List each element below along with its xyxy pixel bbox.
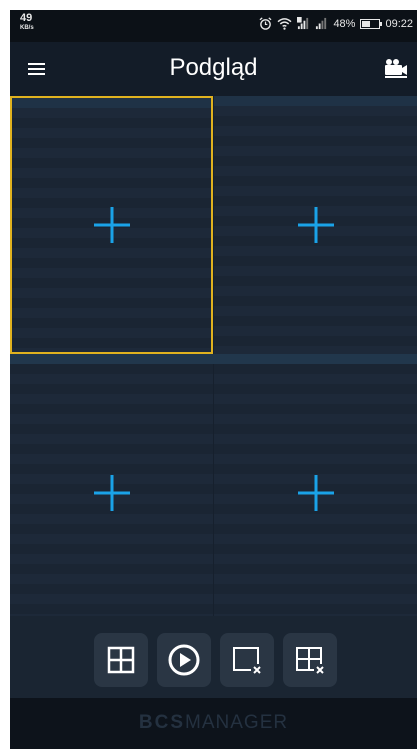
clock: 09:22: [385, 17, 413, 30]
camera-slot-1[interactable]: [10, 96, 213, 354]
wifi-icon: [277, 18, 292, 30]
footer: BCSMANAGER: [10, 698, 417, 749]
bottom-toolbar: [10, 616, 417, 698]
status-icons: 48% 09:22: [254, 17, 413, 30]
signal-sim1-icon: [297, 17, 309, 30]
signal-sim2-icon: [316, 17, 327, 30]
network-speed-unit: KB/s: [20, 25, 34, 31]
play-icon: [168, 644, 200, 676]
close-channel-button[interactable]: [220, 633, 274, 687]
add-camera-icon[interactable]: [297, 475, 334, 511]
close-all-icon: [296, 647, 324, 674]
close-channel-icon: [233, 647, 261, 674]
play-button[interactable]: [157, 633, 211, 687]
network-speed-value: 49: [20, 12, 33, 24]
add-camera-icon[interactable]: [93, 475, 130, 511]
camera-slot-3[interactable]: [10, 364, 213, 622]
battery-icon: [360, 18, 383, 29]
phone-screen: 49 KB/s 48% 09:22 Podgląd BCSMANAGER: [10, 10, 417, 749]
grid-layout-icon: [107, 646, 135, 674]
camera-slot-2[interactable]: [214, 96, 417, 354]
grid-divider: [10, 354, 417, 364]
cell-band: [214, 96, 417, 106]
close-all-button[interactable]: [283, 633, 337, 687]
network-speed: 49 KB/s: [20, 12, 34, 32]
camera-slot-4[interactable]: [214, 364, 417, 622]
alarm-icon: [259, 17, 272, 30]
status-bar: 49 KB/s 48% 09:22: [10, 10, 417, 42]
battery-percent: 48%: [333, 17, 356, 30]
page-title: Podgląd: [169, 54, 258, 81]
tool-buttons: [94, 633, 346, 687]
camera-settings-icon: [385, 59, 407, 78]
add-camera-icon[interactable]: [297, 207, 334, 243]
brand-logo-manager: MANAGER: [185, 712, 289, 733]
add-camera-icon[interactable]: [93, 207, 130, 243]
camera-settings-button[interactable]: [381, 55, 411, 83]
cell-band: [12, 98, 211, 108]
camera-grid: [10, 96, 417, 622]
brand-logo: BCSMANAGER: [10, 712, 417, 734]
brand-logo-bcs: BCS: [138, 712, 186, 733]
app-bar: Podgląd: [10, 42, 417, 96]
grid-layout-button[interactable]: [94, 633, 148, 687]
